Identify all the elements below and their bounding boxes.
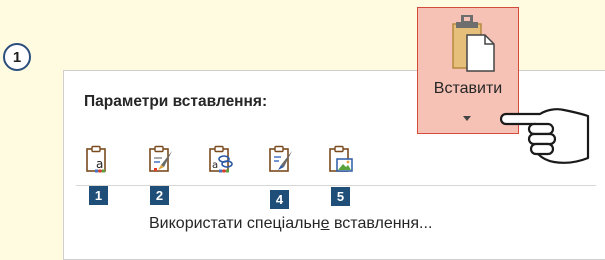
option-number-badge: 2 [150,186,169,205]
chevron-down-icon[interactable] [463,116,471,121]
paste-option-picture[interactable] [327,145,355,175]
paste-options-title: Параметри вставлення: [84,93,268,110]
step-number-badge: 1 [3,43,31,71]
svg-text:a: a [212,160,218,171]
paste-keep-text-only-icon: a [86,145,106,173]
option-number-badge: 4 [270,190,289,209]
clipboard-paste-icon [452,15,495,72]
paste-link-icon: a [209,145,233,173]
paste-special-accelerator: е [320,215,330,232]
paste-option-source-formatting[interactable] [147,145,175,175]
option-number-badge: 5 [331,187,350,206]
paste-special-label-end: вставлення... [329,215,433,232]
option-number-badge: 1 [89,186,108,205]
paste-keep-source-formatting-icon [149,145,172,172]
svg-text:a: a [96,157,103,171]
pointing-hand-icon [500,108,590,164]
paste-special-item[interactable]: Використати спеціальне вставлення... [149,215,432,233]
paste-option-link[interactable]: a [207,145,235,175]
paste-option-text-only[interactable]: a [84,145,112,175]
paste-special-label-start: Використати спеціальн [149,215,321,232]
paste-picture-icon [329,145,353,172]
paste-option-merge-formatting[interactable] [267,145,295,175]
paste-button-label: Вставити [433,80,503,97]
paste-merge-formatting-icon [269,145,292,172]
